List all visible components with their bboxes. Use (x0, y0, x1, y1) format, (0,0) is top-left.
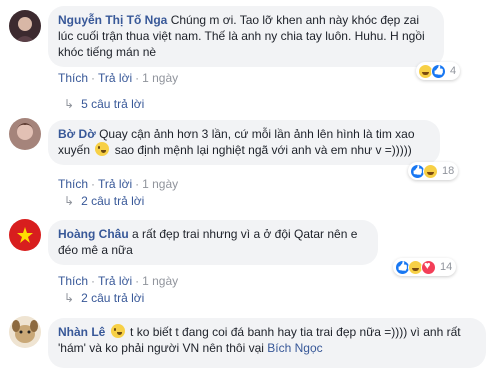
reply-link[interactable]: Trả lời (98, 177, 132, 191)
replies-label: 2 câu trả lời (81, 194, 145, 208)
reply-arrow-icon: ↳ (64, 97, 75, 111)
comment-bubble: Hoàng Châu a rất đẹp trai nhưng vì a ở đ… (48, 220, 378, 265)
comment-author[interactable]: Nguyễn Thị Tố Nga (58, 13, 167, 27)
mention-link[interactable]: Bích Ngọc (267, 341, 322, 355)
like-link[interactable]: Thích (58, 274, 88, 288)
comment-author[interactable]: Nhàn Lê (58, 325, 105, 339)
like-link[interactable]: Thích (58, 71, 88, 85)
reply-link[interactable]: Trả lời (98, 71, 132, 85)
love-icon (421, 259, 436, 275)
replies-label: 5 câu trả lời (81, 97, 145, 111)
replies-label: 2 câu trả lời (81, 291, 145, 305)
comment-author[interactable]: Hoàng Châu (58, 227, 129, 241)
view-replies-link[interactable]: ↳ 2 câu trả lời (64, 194, 144, 208)
comment-time[interactable]: 1 ngày (142, 71, 178, 85)
comment-bubble: Nguyễn Thị Tố Nga Chúng m ơi. Tao lỡ khe… (48, 6, 444, 67)
comment-actions: Thích · Trả lời · 1 ngày (58, 274, 179, 288)
like-link[interactable]: Thích (58, 177, 88, 191)
avatar[interactable] (9, 118, 41, 150)
reaction-count: 14 (440, 261, 453, 273)
avatar[interactable] (9, 219, 41, 251)
reaction-count: 18 (442, 165, 455, 177)
reaction-summary[interactable]: 18 (408, 162, 459, 180)
emoji-icon (95, 142, 110, 156)
comment-text-continued: sao định mệnh lại nghiệt ngã với anh và … (114, 143, 412, 157)
comment-actions: Thích · Trả lời · 1 ngày (58, 71, 179, 85)
comment-time[interactable]: 1 ngày (142, 274, 178, 288)
comment-actions: Thích · Trả lời · 1 ngày (58, 177, 179, 191)
comment-author[interactable]: Bờ Dờ (58, 127, 96, 141)
avatar[interactable] (9, 316, 41, 348)
reaction-count: 4 (450, 65, 457, 77)
like-icon (431, 63, 446, 79)
emoji-icon (110, 324, 125, 338)
reply-arrow-icon: ↳ (64, 194, 75, 208)
view-replies-link[interactable]: ↳ 2 câu trả lời (64, 291, 144, 305)
reply-arrow-icon: ↳ (64, 291, 75, 305)
reaction-summary[interactable]: 4 (416, 62, 461, 80)
haha-icon (423, 163, 438, 179)
reaction-summary[interactable]: 14 (393, 258, 457, 276)
comment-bubble: Bờ Dờ Quay cận ảnh hơn 3 lần, cứ mỗi lần… (48, 120, 440, 165)
view-replies-link[interactable]: ↳ 5 câu trả lời (64, 97, 144, 111)
avatar[interactable] (9, 10, 41, 42)
reply-link[interactable]: Trả lời (98, 274, 132, 288)
comment-time[interactable]: 1 ngày (142, 177, 178, 191)
